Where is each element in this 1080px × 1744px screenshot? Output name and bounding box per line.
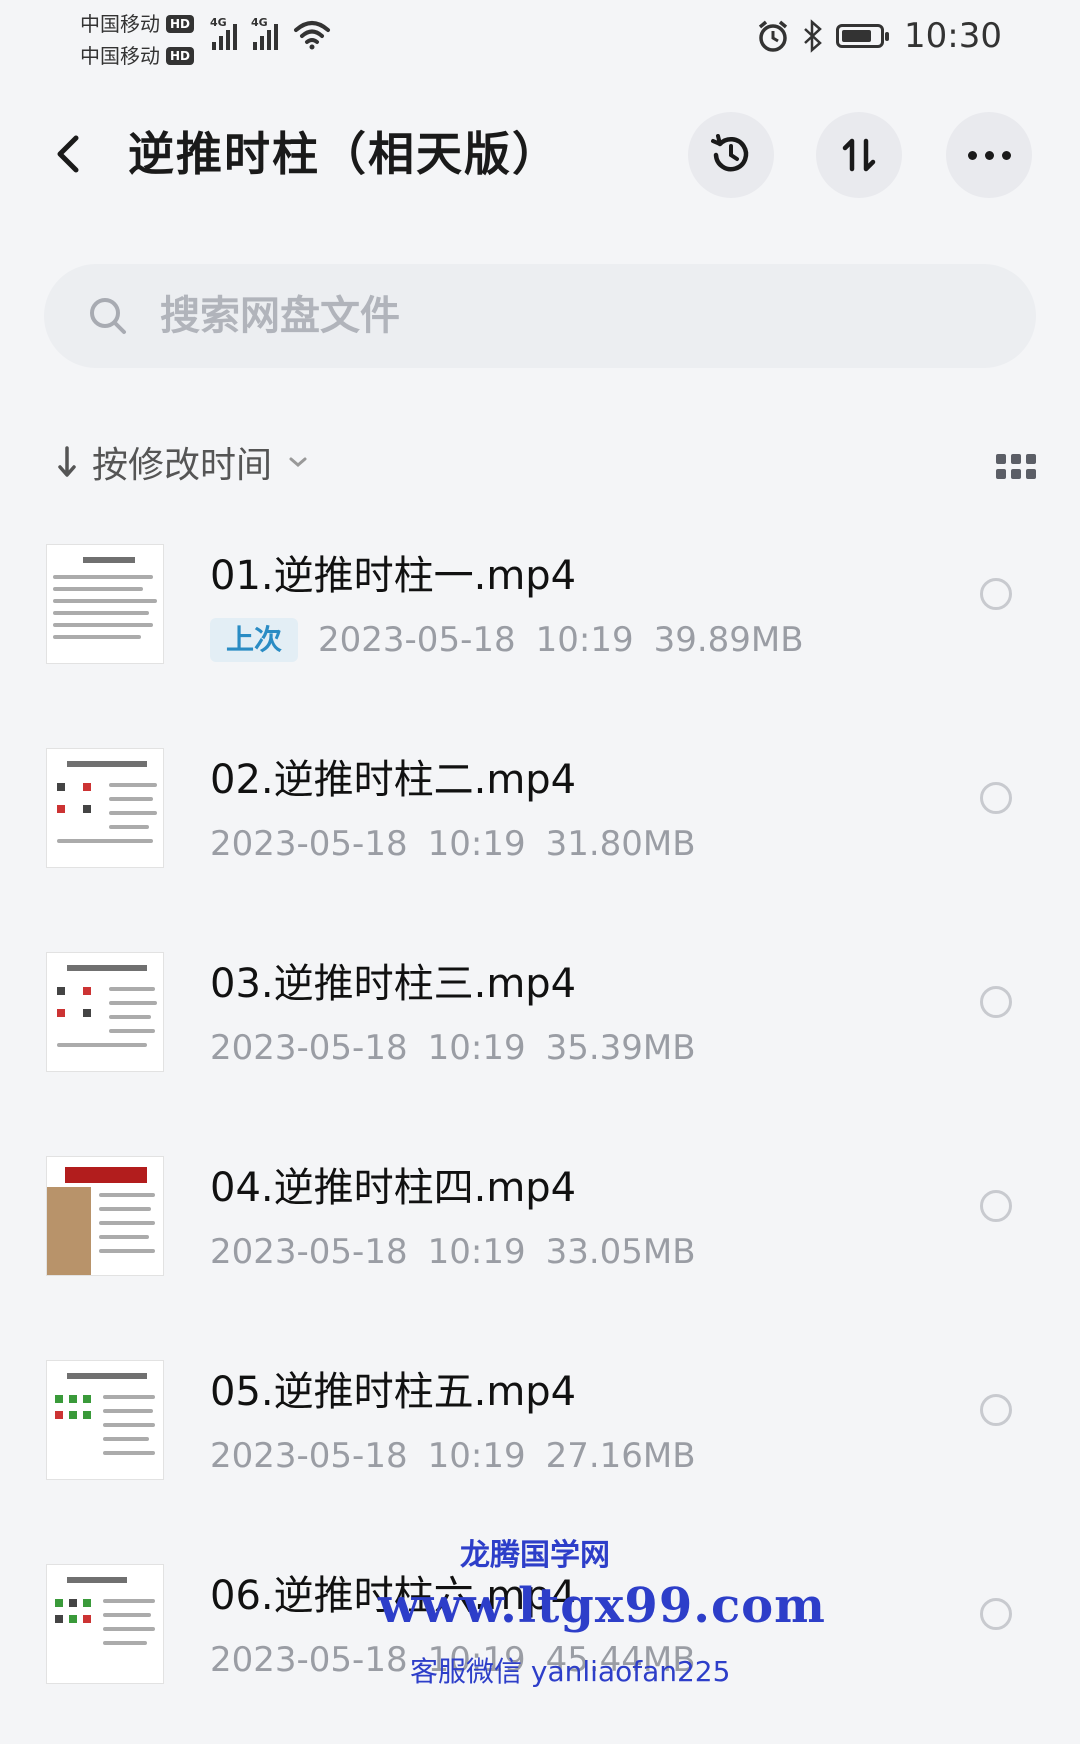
alarm-icon [758,20,788,52]
sort-arrows-icon [842,138,876,172]
page-title: 逆推时柱（相天版） [128,127,560,181]
signal-icon: 4G [210,16,237,50]
hd-badge: HD [166,15,195,33]
file-row[interactable]: 06.逆推时柱六.mp4 2023-05-18 10:19 45.44MB [0,1540,1080,1744]
file-date: 2023-05-18 [210,1640,408,1680]
battery-icon [836,24,890,48]
back-button[interactable] [48,122,104,186]
bluetooth-icon [804,19,822,53]
video-thumbnail [46,1564,164,1684]
file-name: 06.逆推时柱六.mp4 [210,1573,577,1619]
file-meta: 2023-05-18 10:19 45.44MB [210,1636,696,1684]
file-meta: 上次 2023-05-18 10:19 39.89MB [210,616,804,664]
file-size: 39.89MB [653,620,804,660]
file-meta: 2023-05-18 10:19 33.05MB [210,1228,696,1276]
video-thumbnail [46,748,164,868]
video-thumbnail [46,1156,164,1276]
select-radio[interactable] [980,1598,1012,1630]
file-time: 10:19 [535,620,634,660]
file-row[interactable]: 04.逆推时柱四.mp4 2023-05-18 10:19 33.05MB [0,1132,1080,1336]
chevron-left-icon [57,135,79,173]
network-type: 4G [251,16,268,29]
file-size: 27.16MB [545,1436,696,1476]
file-size: 31.80MB [545,824,696,864]
last-played-badge: 上次 [210,618,299,662]
chevron-down-icon [289,457,307,467]
signal-icon: 4G [251,16,278,50]
more-icon [967,150,1011,160]
select-radio[interactable] [980,578,1012,610]
sort-label: 按修改时间 [92,445,273,486]
file-meta: 2023-05-18 10:19 35.39MB [210,1024,696,1072]
history-icon [711,134,749,172]
file-time: 10:19 [427,1436,526,1476]
file-name: 04.逆推时柱四.mp4 [210,1165,577,1211]
carrier-2: 中国移动 [80,44,160,68]
sort-bar: 按修改时间 [56,436,1036,496]
sort-order-toggle[interactable]: 按修改时间 [56,436,310,488]
carrier-info: 中国移动 HD 中国移动 HD [80,8,195,72]
video-thumbnail [46,1360,164,1480]
file-time: 10:19 [427,1640,526,1680]
file-row[interactable]: 01.逆推时柱一.mp4 上次 2023-05-18 10:19 39.89MB [0,520,1080,724]
file-list: 01.逆推时柱一.mp4 上次 2023-05-18 10:19 39.89MB… [0,520,1080,1744]
arrow-down-icon [58,446,76,477]
hd-badge: HD [166,47,195,65]
file-meta: 2023-05-18 10:19 31.80MB [210,820,696,868]
select-radio[interactable] [980,1394,1012,1426]
file-time: 10:19 [427,1232,526,1272]
header: 逆推时柱（相天版） [0,100,1080,210]
file-meta: 2023-05-18 10:19 27.16MB [210,1432,696,1480]
network-type: 4G [210,16,227,29]
file-time: 10:19 [427,824,526,864]
video-thumbnail [46,544,164,664]
file-size: 45.44MB [545,1640,696,1680]
status-bar: 中国移动 HD 中国移动 HD 4G 4G 10:30 [0,0,1080,80]
clock: 10:30 [904,16,1002,56]
file-name: 01.逆推时柱一.mp4 [210,553,577,599]
signal-indicators: 4G 4G [210,16,332,50]
file-date: 2023-05-18 [210,1028,408,1068]
file-time: 10:19 [427,1028,526,1068]
carrier-1: 中国移动 [80,12,160,36]
file-row[interactable]: 05.逆推时柱五.mp4 2023-05-18 10:19 27.16MB [0,1336,1080,1540]
file-date: 2023-05-18 [210,1436,408,1476]
select-radio[interactable] [980,782,1012,814]
file-size: 35.39MB [545,1028,696,1068]
file-name: 02.逆推时柱二.mp4 [210,757,577,803]
select-radio[interactable] [980,1190,1012,1222]
search-bar[interactable] [44,264,1036,368]
history-button[interactable] [688,112,774,198]
file-date: 2023-05-18 [210,824,408,864]
file-size: 33.05MB [545,1232,696,1272]
file-date: 2023-05-18 [210,1232,408,1272]
file-date: 2023-05-18 [318,620,516,660]
more-button[interactable] [946,112,1032,198]
grid-view-icon[interactable] [996,446,1036,486]
video-thumbnail [46,952,164,1072]
file-name: 05.逆推时柱五.mp4 [210,1369,577,1415]
select-radio[interactable] [980,986,1012,1018]
file-row[interactable]: 03.逆推时柱三.mp4 2023-05-18 10:19 35.39MB [0,928,1080,1132]
status-right: 10:30 [756,16,1002,56]
file-name: 03.逆推时柱三.mp4 [210,961,577,1007]
sort-button[interactable] [816,112,902,198]
search-input[interactable] [158,292,922,340]
wifi-icon [294,21,330,50]
search-icon [90,298,126,334]
file-row[interactable]: 02.逆推时柱二.mp4 2023-05-18 10:19 31.80MB [0,724,1080,928]
